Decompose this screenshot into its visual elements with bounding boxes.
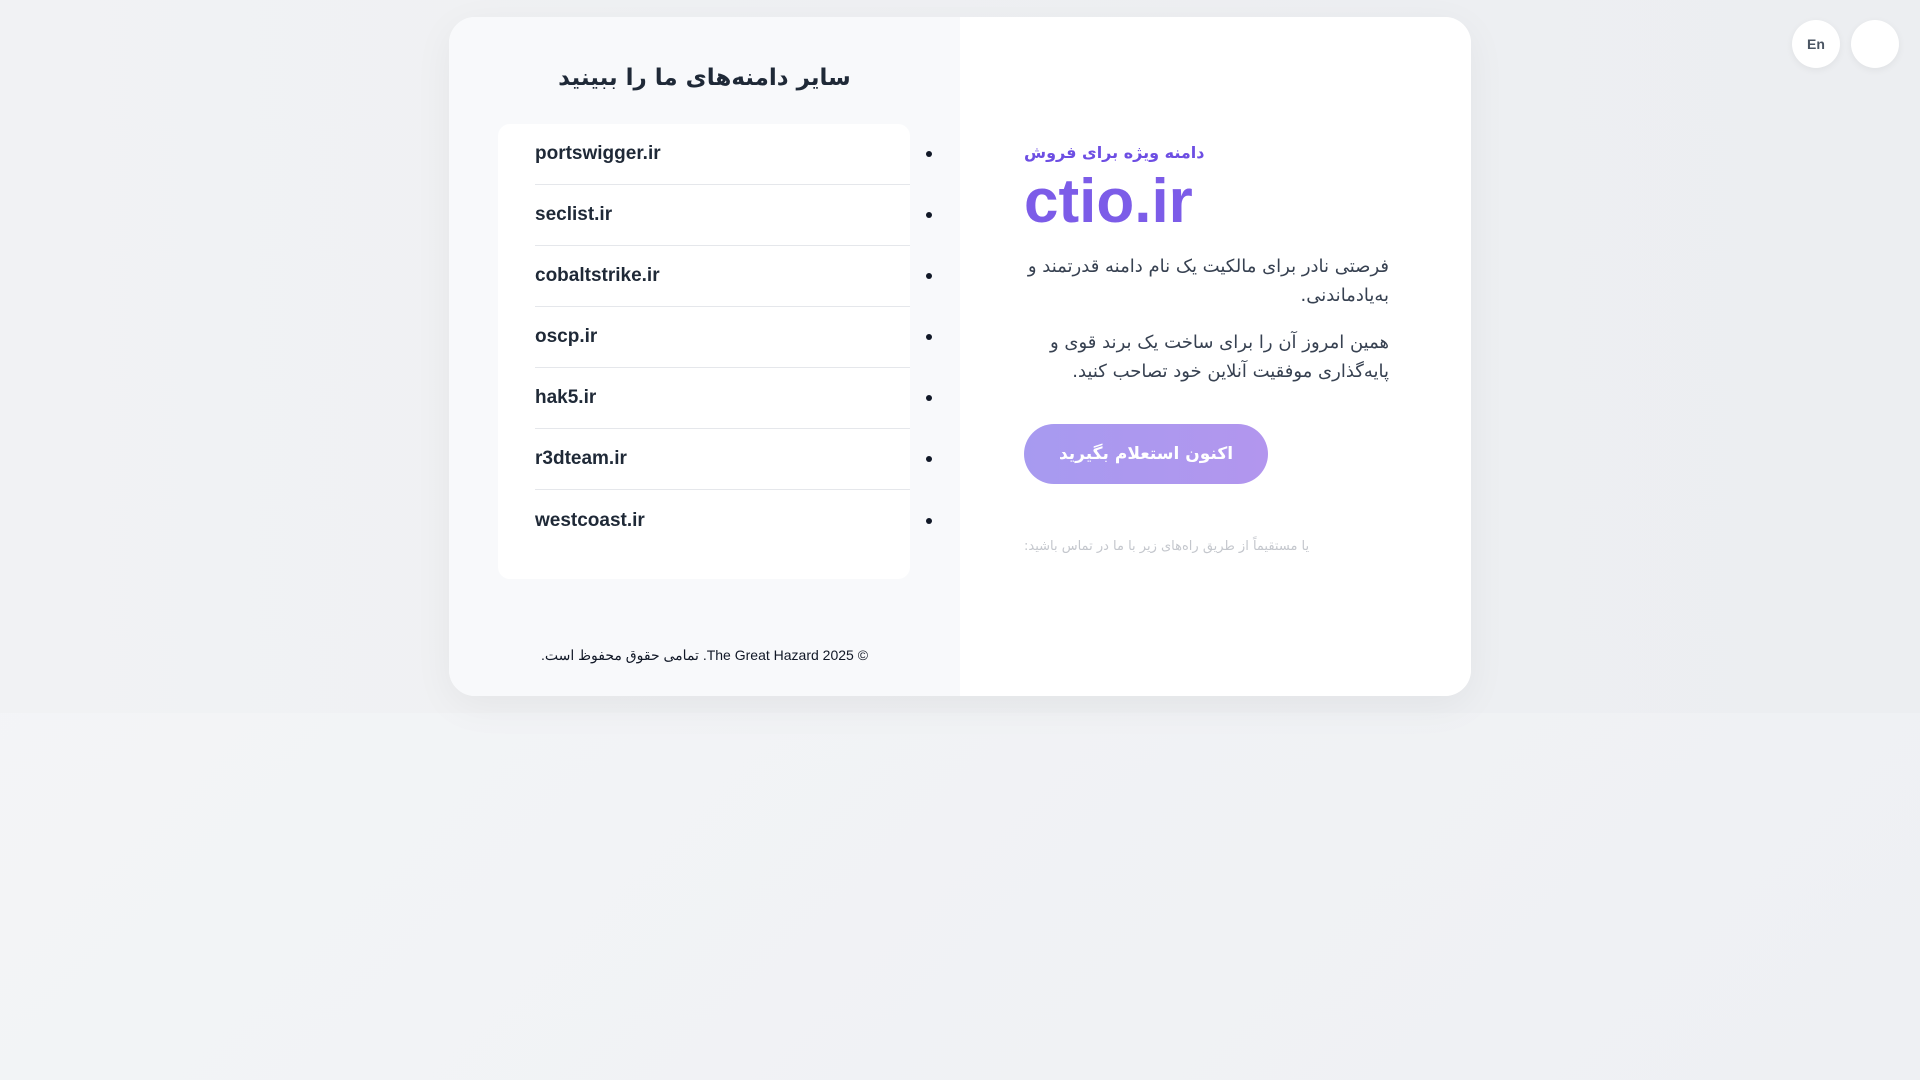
- bullet-icon: [926, 517, 932, 524]
- domain-link-hak5[interactable]: hak5.ir: [535, 387, 596, 409]
- bullet-icon: [926, 151, 932, 157]
- offer-content: دامنه ویژه برای فروش ctio.ir فرصتی نادر …: [1024, 143, 1424, 554]
- domain-list-box: portswigger.ir seclist.ir cobaltstrike.i…: [498, 124, 932, 579]
- copyright-text: © 2025 The Great Hazard. تمامی حقوق محفو…: [540, 647, 869, 663]
- inquire-button[interactable]: اکنون استعلام بگیرید: [1024, 424, 1268, 484]
- domain-link-oscp[interactable]: oscp.ir: [535, 326, 597, 348]
- domain-link-seclist[interactable]: seclist.ir: [535, 204, 612, 226]
- domain-link-portswigger[interactable]: portswigger.ir: [535, 143, 661, 165]
- bullet-icon: [926, 212, 932, 218]
- bullet-icon: [926, 395, 932, 401]
- list-item: r3dteam.ir: [535, 429, 932, 490]
- language-toggle-button[interactable]: En: [1792, 20, 1840, 68]
- domain-offer-panel: دامنه ویژه برای فروش ctio.ir فرصتی نادر …: [960, 17, 1471, 696]
- contact-text: یا مستقیماً از طریق راه‌های زیر با ما در…: [1024, 539, 1310, 554]
- domain-sale-card: سایر دامنه‌های ما را ببینید portswigger.…: [449, 17, 1471, 696]
- bullet-icon: [926, 273, 932, 279]
- list-item: westcoast.ir: [535, 490, 932, 551]
- theme-toggle-button[interactable]: [1851, 20, 1899, 68]
- bullet-icon: [926, 456, 932, 462]
- domain-link-r3dteam[interactable]: r3dteam.ir: [535, 448, 627, 470]
- description-2: همین امروز آن را برای ساخت یک برند قوی و…: [1049, 332, 1389, 382]
- domain-link-cobaltstrike[interactable]: cobaltstrike.ir: [535, 265, 660, 287]
- domain-name-title: ctio.ir: [1024, 167, 1193, 236]
- list-item: hak5.ir: [535, 368, 932, 429]
- tagline: دامنه ویژه برای فروش: [1024, 143, 1205, 162]
- domain-list: portswigger.ir seclist.ir cobaltstrike.i…: [498, 124, 932, 551]
- list-item: seclist.ir: [535, 185, 932, 246]
- list-item: portswigger.ir: [535, 124, 932, 185]
- list-item: cobaltstrike.ir: [535, 246, 932, 307]
- other-domains-title: سایر دامنه‌های ما را ببینید: [558, 65, 851, 91]
- bullet-icon: [926, 334, 932, 340]
- list-item: oscp.ir: [535, 307, 932, 368]
- description-1: فرصتی نادر برای مالکیت یک نام دامنه قدرت…: [1027, 256, 1389, 306]
- other-domains-panel: سایر دامنه‌های ما را ببینید portswigger.…: [449, 17, 960, 696]
- domain-link-westcoast[interactable]: westcoast.ir: [535, 510, 645, 532]
